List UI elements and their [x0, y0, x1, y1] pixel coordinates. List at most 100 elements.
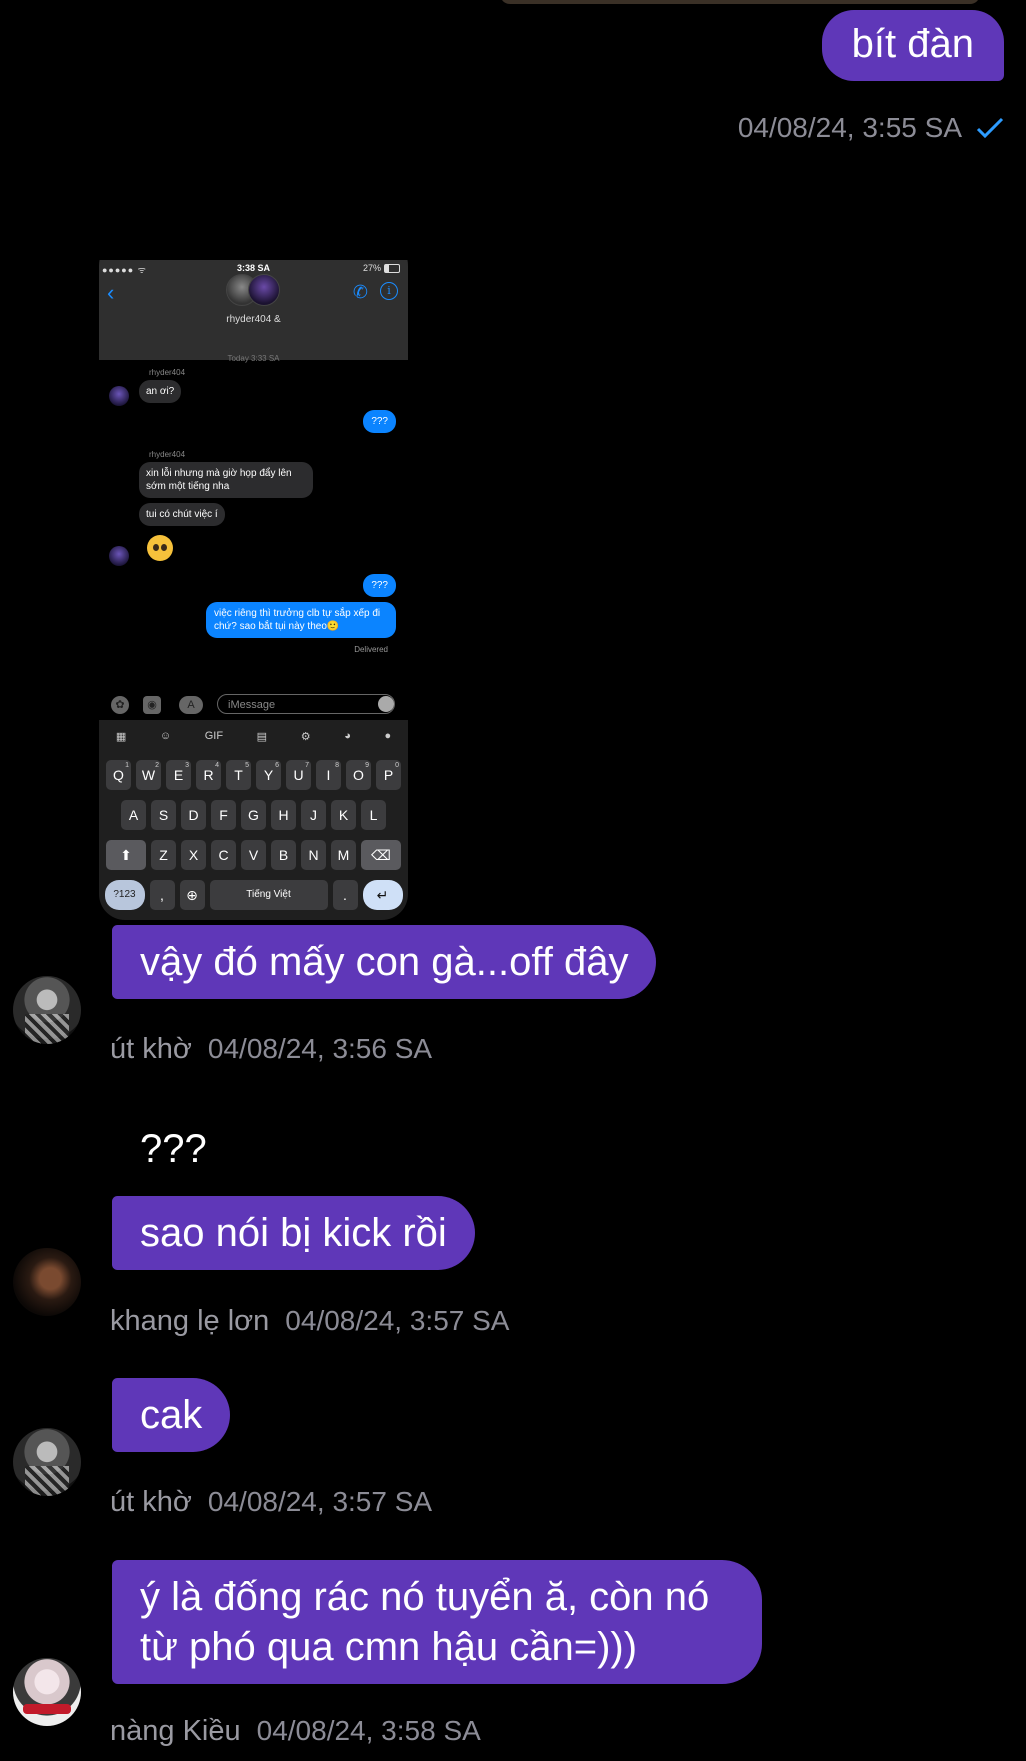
key: Y6 — [256, 760, 281, 790]
key: J — [301, 800, 326, 830]
previous-image-edge[interactable] — [500, 0, 980, 4]
key: Z — [151, 840, 176, 870]
keyboard-row-1: Q1 W2 E3 R4 T5 Y6 U7 I8 O9 P0 — [99, 760, 408, 790]
outgoing-timestamp: 04/08/24, 3:55 SA — [737, 112, 962, 143]
group-avatars — [226, 274, 282, 306]
info-icon: i — [380, 282, 398, 300]
imessage-input: iMessage — [217, 694, 395, 714]
key: H — [271, 800, 296, 830]
message-timestamp: 04/08/24, 3:58 SA — [256, 1715, 481, 1746]
message-meta: út khờ 04/08/24, 3:57 SA — [110, 1486, 432, 1519]
key: S — [151, 800, 176, 830]
key: M — [331, 840, 356, 870]
incoming-message-bubble[interactable]: sao nói bị kick rồi — [112, 1196, 475, 1270]
period-key: . — [332, 880, 358, 910]
key: N — [301, 840, 326, 870]
back-chevron-icon: ‹ — [107, 280, 115, 305]
avatar[interactable] — [13, 976, 81, 1044]
keyboard-toolbar: ▦ ☺ GIF ▤ ⚙ ◕ ● — [99, 724, 408, 748]
sent-bubble: ??? — [363, 410, 396, 433]
delivered-label: Delivered — [354, 645, 388, 654]
received-bubble: an ơi? — [139, 380, 182, 403]
sender-label: rhyder404 — [149, 368, 186, 377]
enter-key-icon: ↵ — [362, 880, 403, 910]
sender-name[interactable]: nàng Kiều — [110, 1715, 241, 1748]
key: L — [361, 800, 386, 830]
sender-avatar — [109, 386, 129, 406]
app-store-icon: A — [179, 696, 203, 714]
emoji-text-message[interactable]: ??? — [140, 1127, 207, 1172]
shift-key-icon: ⬆ — [106, 840, 146, 870]
message-timestamp: 04/08/24, 3:57 SA — [207, 1486, 433, 1517]
received-bubble: tui có chút việc í — [139, 503, 225, 526]
space-key: Tiếng Việt — [209, 880, 328, 910]
incoming-message-bubble[interactable]: ý là đống rác nó tuyển ă, còn nó từ phó … — [112, 1560, 762, 1684]
avatar[interactable] — [13, 1428, 81, 1496]
keyboard: ▦ ☺ GIF ▤ ⚙ ◕ ● Q1 W2 E3 R4 T5 Y6 U7 I8 … — [99, 720, 408, 920]
key: W2 — [136, 760, 161, 790]
key: R4 — [196, 760, 221, 790]
sender-name[interactable]: út khờ — [110, 1486, 192, 1519]
grid-icon: ▦ — [115, 730, 127, 743]
sender-label: rhyder404 — [149, 450, 186, 459]
battery-percent: 27% — [362, 263, 381, 273]
keyboard-row-2: A S D F G H J K L — [99, 800, 408, 830]
gif-icon: GIF — [204, 730, 224, 742]
clipboard-icon: ▤ — [256, 730, 268, 743]
key: T5 — [226, 760, 251, 790]
conversation-date: Today 3:33 SA — [227, 354, 280, 363]
key: O9 — [346, 760, 371, 790]
key: A — [121, 800, 146, 830]
keyboard-mic-icon: ● — [384, 730, 392, 742]
backspace-key-icon: ⌫ — [361, 840, 401, 870]
settings-gear-icon: ⚙ — [300, 730, 311, 743]
avatar[interactable] — [13, 1248, 81, 1316]
key: Q1 — [106, 760, 131, 790]
key: E3 — [166, 760, 191, 790]
phone-icon: ✆ — [352, 282, 368, 302]
battery-indicator: 27% — [363, 263, 400, 273]
single-check-icon — [976, 117, 1004, 139]
incoming-message-bubble[interactable]: cak — [112, 1378, 231, 1452]
conversation-name: rhyder404 & — [226, 314, 281, 325]
sender-avatar — [109, 546, 129, 566]
group-avatar-2 — [248, 274, 280, 306]
outgoing-message-meta: 04/08/24, 3:55 SA — [738, 112, 1004, 144]
key: U7 — [286, 760, 311, 790]
globe-key-icon: ⊕ — [179, 880, 205, 910]
key: I8 — [316, 760, 341, 790]
pleading-face-emoji-icon — [147, 535, 173, 561]
mic-icon — [378, 696, 394, 712]
sent-bubble: ??? — [363, 574, 396, 597]
imessage-input-row: ✿ ◉ A iMessage — [99, 690, 408, 720]
keyboard-row-3: ⬆ Z X C V B N M ⌫ — [99, 840, 408, 870]
message-meta: nàng Kiều 04/08/24, 3:58 SA — [110, 1715, 481, 1748]
key: C — [211, 840, 236, 870]
status-time: 3:38 SA — [236, 263, 271, 273]
message-meta: khang lẹ lơn 04/08/24, 3:57 SA — [110, 1305, 509, 1338]
chat-screen: bít đàn 04/08/24, 3:55 SA ●●●●● ᯤ 3:38 S… — [0, 0, 1026, 1761]
sticker-icon: ☺ — [159, 730, 172, 742]
outgoing-message-bubble[interactable]: bít đàn — [821, 10, 1004, 81]
camera-icon: ◉ — [143, 696, 161, 714]
received-bubble: xin lỗi nhưng mà giờ họp đẩy lên sớm một… — [139, 462, 313, 498]
keyboard-row-4: ?123 , ⊕ Tiếng Việt . ↵ — [99, 880, 408, 910]
key: K — [331, 800, 356, 830]
palette-icon: ◕ — [344, 730, 351, 742]
message-timestamp: 04/08/24, 3:56 SA — [207, 1033, 433, 1064]
imessage-header: ●●●●● ᯤ 3:38 SA 27% ‹ rhyder404 & ✆ i — [99, 260, 408, 360]
numbers-key: ?123 — [104, 880, 145, 910]
sender-name[interactable]: út khờ — [110, 1033, 192, 1066]
key: V — [241, 840, 266, 870]
sent-bubble: việc riêng thì trưởng clb tự sắp xếp đi … — [206, 602, 396, 638]
shared-screenshot-image[interactable]: ●●●●● ᯤ 3:38 SA 27% ‹ rhyder404 & ✆ i To… — [99, 230, 408, 920]
message-timestamp: 04/08/24, 3:57 SA — [285, 1305, 510, 1336]
sender-name[interactable]: khang lẹ lơn — [110, 1305, 269, 1338]
key: P0 — [376, 760, 401, 790]
comma-key: , — [149, 880, 175, 910]
key: X — [181, 840, 206, 870]
avatar[interactable] — [13, 1658, 81, 1726]
apps-icon: ✿ — [111, 696, 129, 714]
key: G — [241, 800, 266, 830]
incoming-message-bubble[interactable]: vậy đó mấy con gà...off đây — [112, 925, 657, 999]
